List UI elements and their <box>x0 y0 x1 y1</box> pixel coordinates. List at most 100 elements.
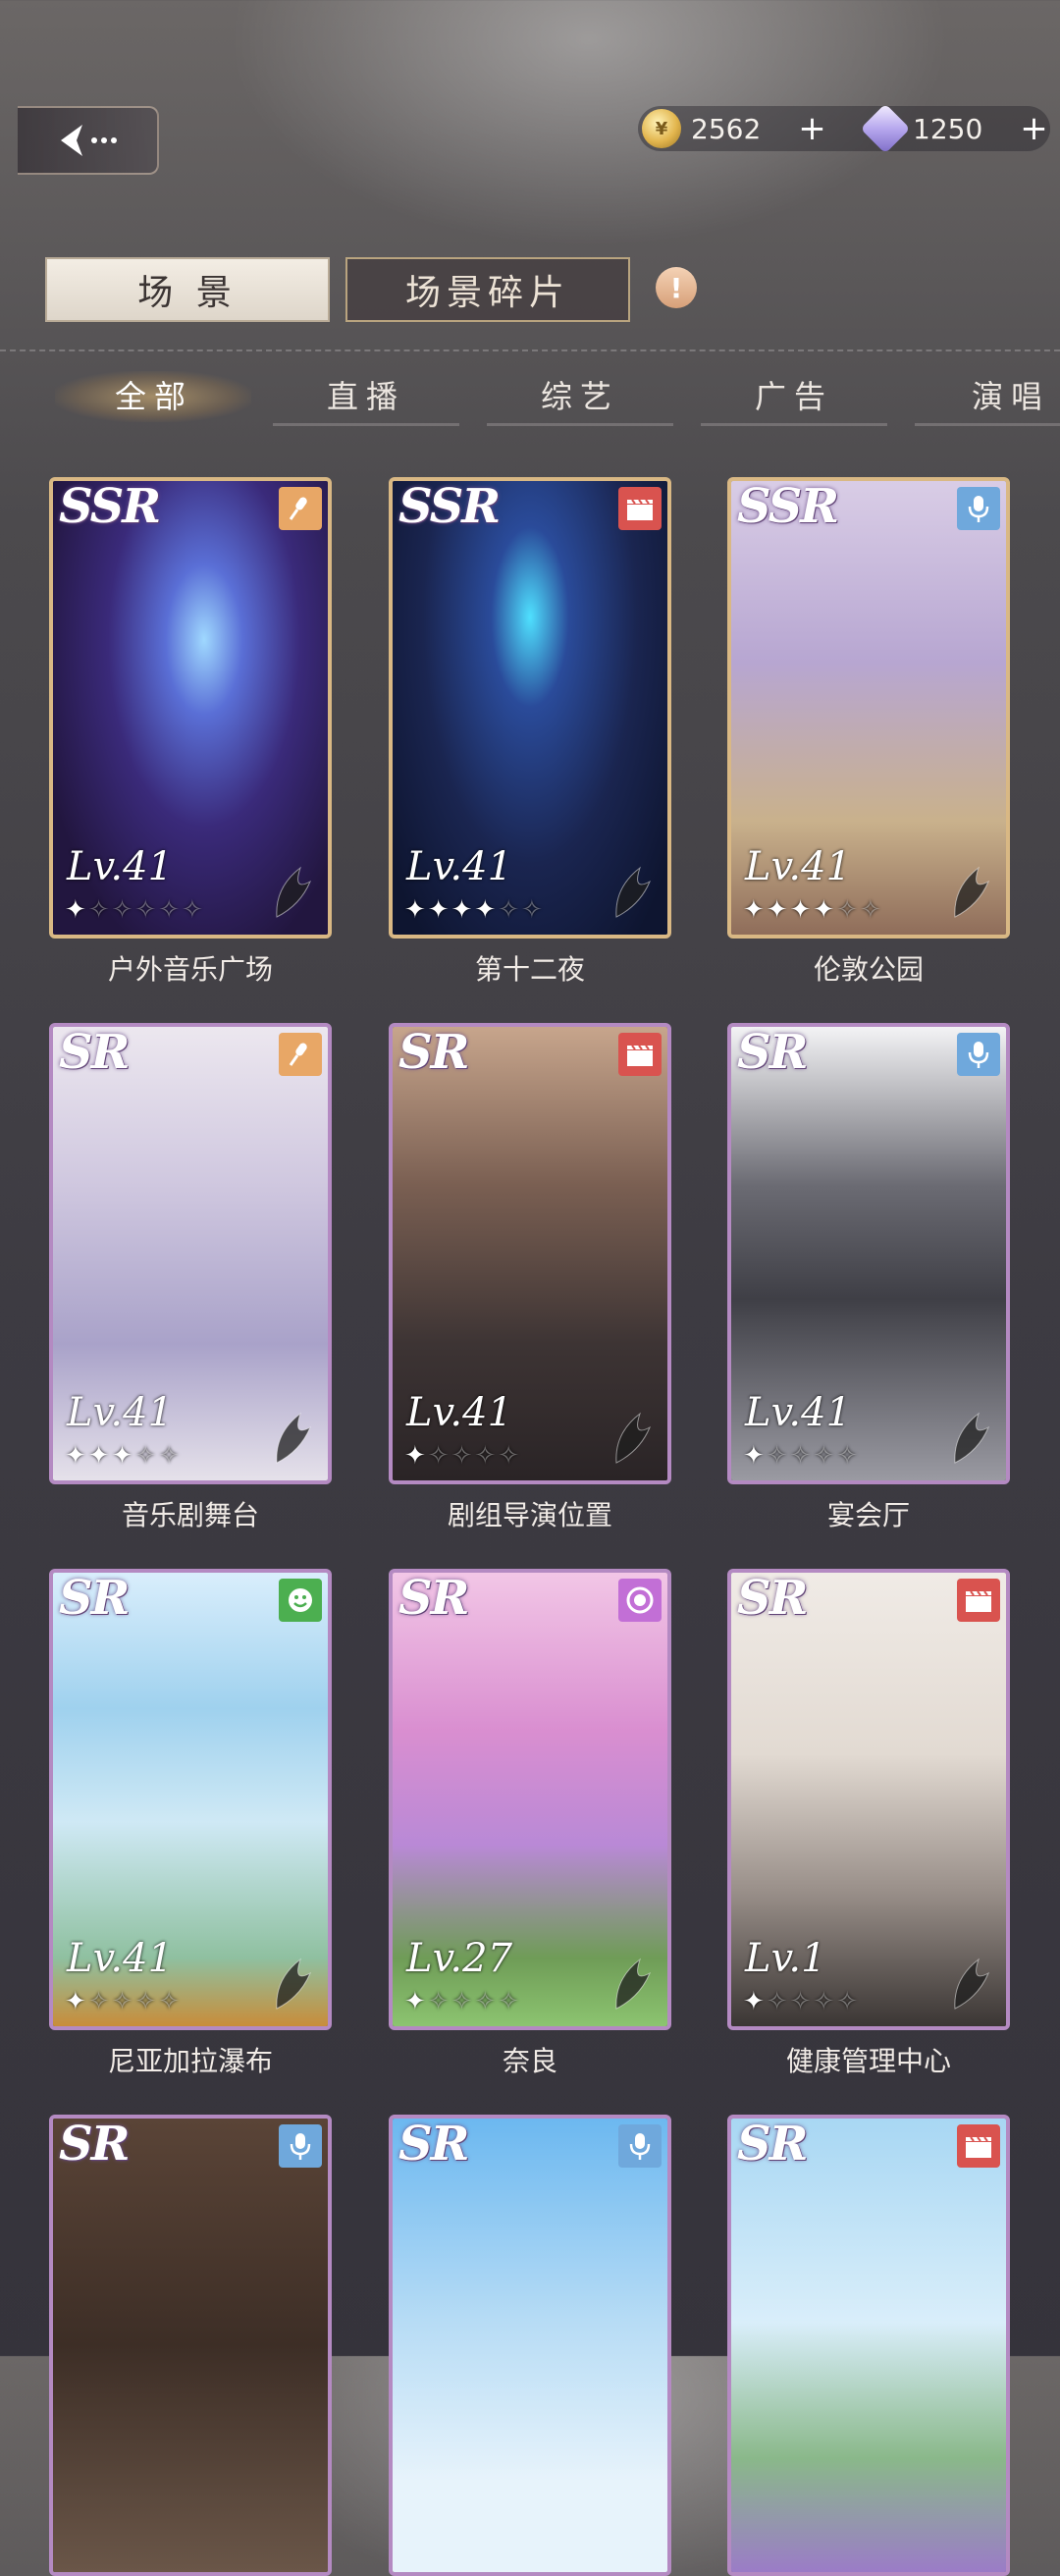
scene-artwork <box>53 2119 328 2572</box>
microphone-icon <box>279 1033 322 1076</box>
star-empty-icon: ✧ <box>474 1441 499 1471</box>
scene-card[interactable]: SR Lv.41 ✦✦✦✧✧ <box>49 1023 332 1484</box>
star-empty-icon: ✧ <box>813 1987 837 2016</box>
scene-card[interactable]: SR Lv.41 ✦✧✧✧✧ <box>389 1023 671 1484</box>
rarity-label: SR <box>59 1025 131 1080</box>
scene-card[interactable]: SR Lv.41 ✦✧✧✧✧ <box>49 1569 332 2030</box>
microphone-icon <box>279 487 322 530</box>
scene-name: 第十二夜 <box>474 953 585 986</box>
star-rating: ✦✧✧✧✧ <box>404 1441 521 1471</box>
diamond-icon <box>860 103 911 154</box>
level-label: Lv.41 <box>67 1936 174 1981</box>
rarity-label: SSR <box>59 479 161 534</box>
leaf-emblem-icon <box>954 866 990 918</box>
star-empty-icon: ✧ <box>520 895 545 925</box>
scene-card[interactable]: SSR Lv.41 ✦✦✦✦✧✧ <box>727 477 1010 939</box>
star-rating: ✦✧✧✧✧ <box>65 1987 182 2016</box>
star-filled-icon: ✦ <box>427 895 451 925</box>
leaf-emblem-icon <box>276 1958 312 2010</box>
star-empty-icon: ✧ <box>450 1441 475 1471</box>
star-empty-icon: ✧ <box>789 1987 814 2016</box>
coin-counter: ¥ 2562 + <box>642 104 826 153</box>
star-empty-icon: ✧ <box>427 1987 451 2016</box>
star-rating: ✦✦✦✦✧✧ <box>743 895 883 925</box>
scene-card[interactable]: SSR Lv.41 ✦✧✧✧✧✧ <box>49 477 332 939</box>
scene-card[interactable]: SR Lv.41 ✦✧✧✧✧ <box>727 1023 1010 1484</box>
level-label: Lv.41 <box>406 1390 513 1435</box>
star-filled-icon: ✦ <box>743 1987 767 2016</box>
rarity-label: SSR <box>737 479 839 534</box>
star-empty-icon: ✧ <box>813 1441 837 1471</box>
divider <box>0 349 1060 351</box>
star-filled-icon: ✦ <box>766 895 790 925</box>
star-filled-icon: ✦ <box>111 1441 135 1471</box>
scene-card[interactable]: SR <box>49 2115 332 2576</box>
tab-scenes[interactable]: 场 景 <box>45 257 330 322</box>
leaf-emblem-icon <box>615 1958 652 2010</box>
scene-card[interactable]: SSR Lv.41 ✦✦✦✦✧✧ <box>389 477 671 939</box>
scene-name: 伦敦公园 <box>813 953 924 986</box>
scene-card[interactable]: SR <box>389 2115 671 2576</box>
rarity-label: SR <box>398 1025 470 1080</box>
scene-name: 音乐剧舞台 <box>121 1499 259 1531</box>
star-empty-icon: ✧ <box>836 1441 860 1471</box>
category-tab-concert[interactable]: 演唱 <box>915 363 1060 426</box>
leaf-emblem-icon <box>615 1412 652 1464</box>
star-empty-icon: ✧ <box>474 1987 499 2016</box>
category-label: 全部 <box>114 378 193 415</box>
star-rating: ✦✧✧✧✧ <box>743 1987 860 2016</box>
star-filled-icon: ✦ <box>743 1441 767 1471</box>
rarity-label: SSR <box>398 479 501 534</box>
star-empty-icon: ✧ <box>158 1987 182 2016</box>
scene-card[interactable]: SR <box>727 2115 1010 2576</box>
podcast-mic-icon <box>957 1033 1000 1076</box>
scene-name: 健康管理中心 <box>785 2045 951 2077</box>
tab-scene-fragments[interactable]: 场景碎片 <box>345 257 630 322</box>
add-coins-button[interactable]: + <box>798 112 826 145</box>
star-filled-icon: ✦ <box>404 1441 428 1471</box>
star-filled-icon: ✦ <box>404 1987 428 2016</box>
scene-card[interactable]: SR Lv.27 ✦✧✧✧✧ <box>389 1569 671 2030</box>
rarity-label: SR <box>737 1571 809 1626</box>
star-filled-icon: ✦ <box>450 895 475 925</box>
level-label: Lv.41 <box>745 1390 852 1435</box>
back-button[interactable] <box>18 106 159 175</box>
rarity-label: SR <box>737 2117 809 2172</box>
level-label: Lv.27 <box>406 1936 513 1981</box>
star-empty-icon: ✧ <box>87 895 112 925</box>
star-empty-icon: ✧ <box>111 895 135 925</box>
star-filled-icon: ✦ <box>65 895 88 925</box>
category-label: 直播 <box>326 378 405 415</box>
star-empty-icon: ✧ <box>134 1987 159 2016</box>
leaf-emblem-icon <box>276 866 312 918</box>
star-rating: ✦✧✧✧✧ <box>404 1987 521 2016</box>
category-tab-variety[interactable]: 综艺 <box>487 363 673 426</box>
star-empty-icon: ✧ <box>111 1987 135 2016</box>
rarity-label: SR <box>737 1025 809 1080</box>
star-filled-icon: ✦ <box>474 895 499 925</box>
rarity-label: SR <box>398 1571 470 1626</box>
star-empty-icon: ✧ <box>498 1987 521 2016</box>
level-label: Lv.41 <box>67 844 174 889</box>
category-label: 广告 <box>754 378 833 415</box>
podcast-mic-icon <box>279 2124 322 2168</box>
star-empty-icon: ✧ <box>134 1441 159 1471</box>
podcast-mic-icon <box>957 487 1000 530</box>
category-tab-all[interactable]: 全部 <box>55 363 251 426</box>
star-empty-icon: ✧ <box>859 895 883 925</box>
category-tab-ads[interactable]: 广告 <box>701 363 887 426</box>
alert-icon[interactable]: ! <box>656 267 697 308</box>
scene-name: 奈良 <box>502 2045 557 2077</box>
star-empty-icon: ✧ <box>498 895 521 925</box>
rarity-label: SR <box>59 1571 131 1626</box>
clapperboard-icon <box>618 1033 662 1076</box>
star-rating: ✦✧✧✧✧ <box>743 1441 860 1471</box>
star-filled-icon: ✦ <box>65 1441 88 1471</box>
live-record-icon <box>618 1579 662 1622</box>
scene-card[interactable]: SR Lv.1 ✦✧✧✧✧ <box>727 1569 1010 2030</box>
category-tab-live[interactable]: 直播 <box>273 363 459 426</box>
leaf-emblem-icon <box>615 866 652 918</box>
star-filled-icon: ✦ <box>789 895 814 925</box>
leaf-emblem-icon <box>954 1412 990 1464</box>
add-gems-button[interactable]: + <box>1020 112 1048 145</box>
